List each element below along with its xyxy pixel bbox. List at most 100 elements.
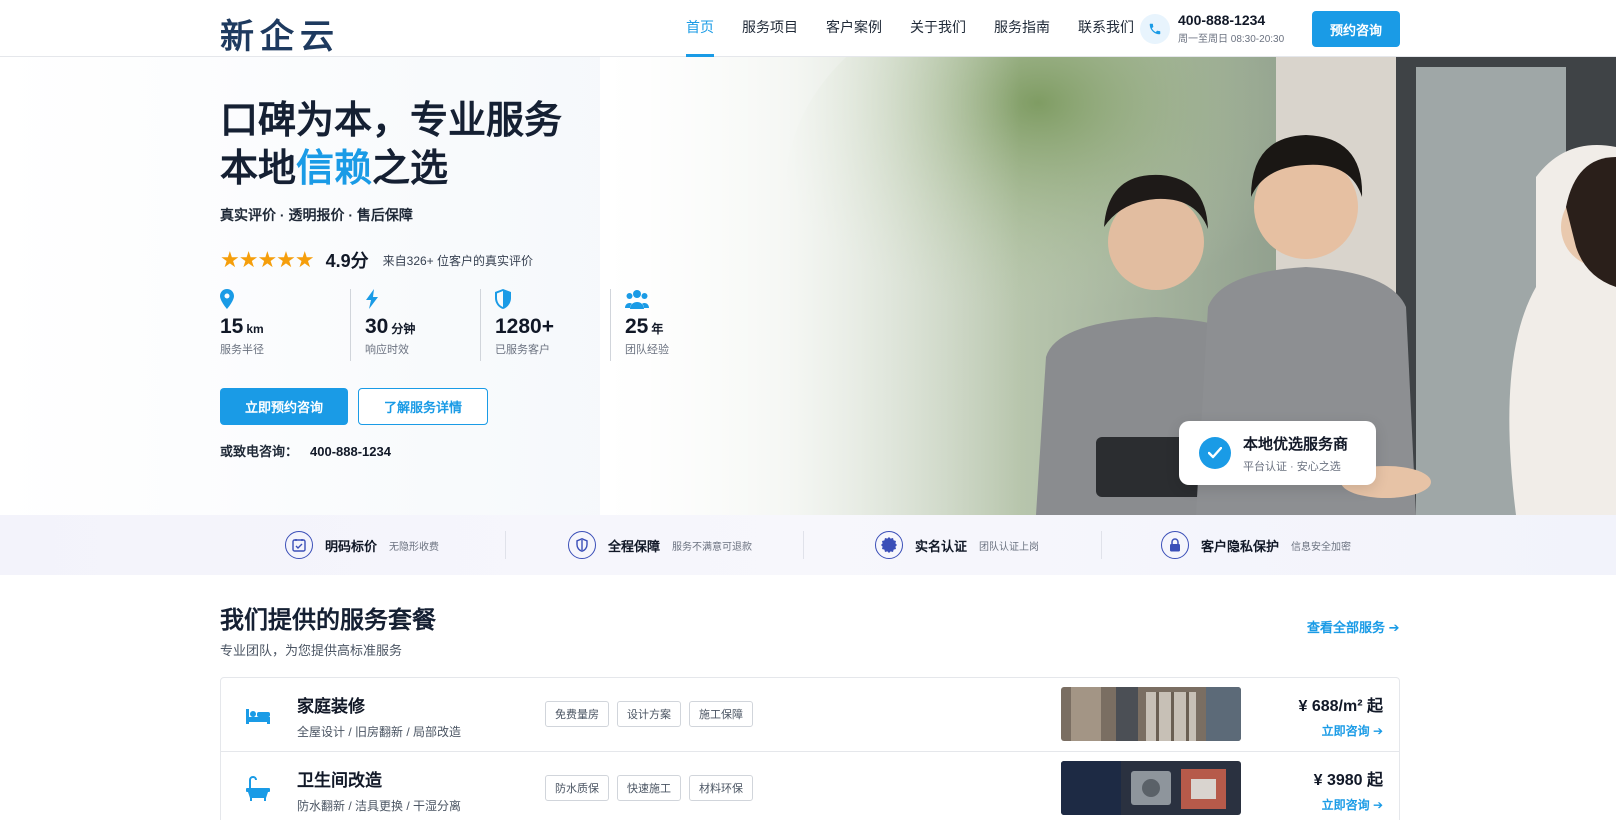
trust-item-guarantee: 全程保障 服务不满意可退款 [568,530,752,560]
service-row-bathroom[interactable]: 卫生间改造 防水翻新 / 洁具更换 / 干湿分离 防水质保 快速施工 材料环保 … [221,751,1399,820]
main-nav: 首页 服务项目 客户案例 关于我们 服务指南 联系我们 [672,0,1148,57]
call-number-link[interactable]: 400-888-1234 [310,444,391,459]
trust-bar: 明码标价 无隐形收费 全程保障 服务不满意可退款 实名认证 团队认证上岗 客户隐… [0,515,1616,575]
service-tag: 材料环保 [689,775,753,801]
service-thumbnail [1061,761,1241,815]
service-desc: 防水翻新 / 洁具更换 / 干湿分离 [297,799,462,813]
top-header: 新企云 首页 服务项目 客户案例 关于我们 服务指南 联系我们 400-888-… [0,0,1616,57]
shield-icon [495,289,610,311]
trust-title-guarantee: 全程保障 [608,538,661,554]
stat-radius-unit: km [246,322,264,336]
service-price: ¥ 688/m² 起 [1298,698,1384,715]
bed-icon [243,700,273,730]
divider [803,531,804,559]
rating-row: ★★★★★ 4.9分 来自326+ 位客户的真实评价 [220,247,533,273]
services-subtitle: 专业团队，为您提供高标准服务 [220,643,403,658]
service-row-renovation[interactable]: 家庭装修 全屋设计 / 旧房翻新 / 局部改造 免费量房 设计方案 施工保障 ¥… [221,678,1399,751]
calendar-check-icon [285,531,313,559]
service-price: ¥ 3980 起 [1313,772,1383,789]
stat-radius-value: 15 [220,315,244,338]
trust-sub-pricing: 无隐形收费 [389,541,440,553]
book-consult-button[interactable]: 预约咨询 [1312,11,1400,47]
header-phone-hours: 周一至周日 08:30-20:30 [1178,34,1285,45]
phone-icon [1140,13,1170,44]
service-tags: 免费量房 设计方案 施工保障 [545,701,761,727]
star-rating-icon: ★★★★★ [220,247,315,272]
service-tag: 施工保障 [689,701,753,727]
nav-item-home[interactable]: 首页 [672,0,728,57]
stat-experience: 25 年 团队经验 [610,289,740,361]
stat-radius: 15 km 服务半径 [220,289,350,361]
lock-icon [1161,531,1189,559]
stat-radius-label: 服务半径 [220,344,264,356]
consult-now-link[interactable]: 立即咨询 ➔ [1322,796,1383,813]
book-now-button[interactable]: 立即预约咨询 [220,388,348,425]
service-thumbnail [1061,687,1241,741]
divider [1101,531,1102,559]
hero-title: 口碑为本，专业服务 本地信赖之选 [220,97,562,193]
service-tag: 快速施工 [617,775,681,801]
services-list: 家庭装修 全屋设计 / 旧房翻新 / 局部改造 免费量房 设计方案 施工保障 ¥… [220,677,1400,820]
trust-sub-verified: 团队认证上岗 [979,541,1040,553]
call-line: 或致电咨询： 400-888-1234 [220,441,391,460]
rating-score: 4.9分 [325,251,369,271]
trust-item-verified: 实名认证 团队认证上岗 [875,530,1039,560]
badge-subtitle: 平台认证 · 安心之选 [1243,460,1341,473]
trust-sub-privacy: 信息安全加密 [1291,541,1352,553]
trust-title-pricing: 明码标价 [325,538,378,554]
service-name: 家庭装修 [297,697,365,716]
location-pin-icon [220,289,350,311]
header-phone[interactable]: 400-888-1234 周一至周日 08:30-20:30 [1140,12,1284,45]
stat-experience-value: 25 [625,315,649,338]
stat-response-label: 响应时效 [365,344,409,356]
divider [505,531,506,559]
team-icon [625,289,740,311]
stat-response-value: 30 [365,315,389,338]
stat-customers-value: 1280+ [495,315,554,338]
page: 新企云 首页 服务项目 客户案例 关于我们 服务指南 联系我们 400-888-… [0,0,1616,820]
hero-section: 口碑为本，专业服务 本地信赖之选 真实评价 · 透明报价 · 售后保障 ★★★★… [0,57,1616,515]
bathtub-icon [243,774,273,804]
stat-customers-label: 已服务客户 [495,344,550,356]
service-tag: 设计方案 [617,701,681,727]
stat-experience-unit: 年 [651,322,664,336]
hero-title-line1: 口碑为本，专业服务 [220,100,563,142]
service-tag: 防水质保 [545,775,609,801]
view-all-services-link[interactable]: 查看全部服务 ➔ [1307,617,1400,636]
service-tag: 免费量房 [545,701,609,727]
trust-title-privacy: 客户隐私保护 [1201,538,1280,554]
hero-title-post: 之选 [372,148,449,190]
service-desc: 全屋设计 / 旧房翻新 / 局部改造 [297,725,462,739]
hero-title-pre: 本地 [220,148,297,190]
trust-item-privacy: 客户隐私保护 信息安全加密 [1161,530,1351,560]
service-name: 卫生间改造 [297,771,382,790]
stat-experience-label: 团队经验 [625,344,669,356]
shield-icon [568,531,596,559]
header-phone-number: 400-888-1234 [1178,12,1266,28]
services-title: 我们提供的服务套餐 [220,607,436,634]
nav-item-services[interactable]: 服务项目 [728,0,812,57]
trust-title-verified: 实名认证 [915,538,968,554]
trust-item-pricing: 明码标价 无隐形收费 [285,530,439,560]
trust-sub-guarantee: 服务不满意可退款 [672,541,753,553]
hero-fade-overlay [600,57,1020,515]
stats-row: 15 km 服务半径 30 分钟 响应时效 1280+ 已服务客户 25 年 团… [220,289,740,361]
check-icon [1199,437,1231,469]
hero-title-line2: 本地信赖之选 [220,145,562,193]
stat-response: 30 分钟 响应时效 [350,289,480,361]
consult-now-link[interactable]: 立即咨询 ➔ [1322,722,1383,739]
nav-item-guide[interactable]: 服务指南 [980,0,1064,57]
lightning-icon [365,289,480,311]
call-label: 或致电咨询： [220,444,299,459]
stat-response-unit: 分钟 [391,322,416,336]
nav-item-contact[interactable]: 联系我们 [1064,0,1148,57]
preferred-provider-badge: 本地优选服务商 平台认证 · 安心之选 [1179,421,1376,485]
nav-item-about[interactable]: 关于我们 [896,0,980,57]
service-tags: 防水质保 快速施工 材料环保 [545,775,761,801]
nav-item-cases[interactable]: 客户案例 [812,0,896,57]
learn-more-button[interactable]: 了解服务详情 [358,388,488,425]
badge-title: 本地优选服务商 [1243,435,1349,453]
logo[interactable]: 新企云 [220,9,340,58]
hero-title-highlight: 信赖 [296,148,373,190]
verified-badge-icon [875,531,903,559]
